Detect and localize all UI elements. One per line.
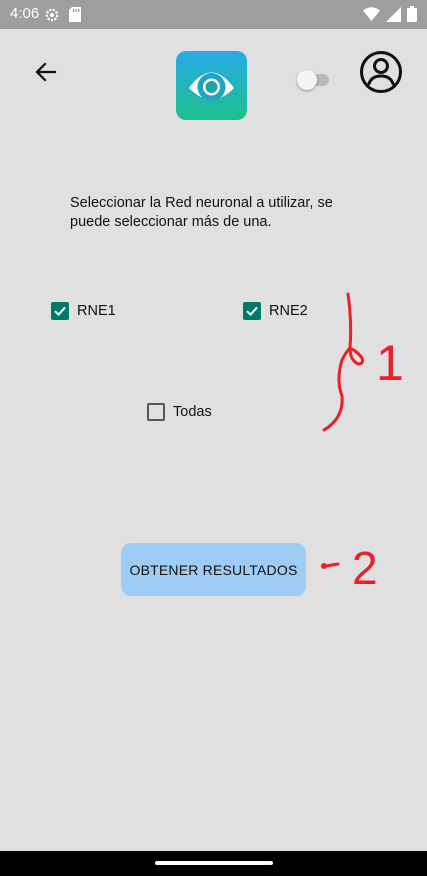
app-logo (176, 51, 247, 120)
checkbox-unchecked[interactable] (147, 403, 165, 421)
checkbox-checked[interactable] (243, 302, 261, 320)
annotation-1: 1 (318, 292, 408, 439)
status-bar: 4:06 (0, 0, 427, 29)
settings-icon (44, 7, 60, 28)
home-gesture-handle[interactable] (155, 861, 273, 865)
checkbox-checked[interactable] (51, 302, 69, 320)
annotation-2-label: 2 (352, 542, 378, 590)
sd-card-icon (69, 7, 81, 27)
battery-icon (407, 6, 417, 27)
arrow-left-icon (32, 62, 60, 90)
checkbox-label: Todas (173, 404, 212, 420)
profile-button[interactable] (359, 50, 403, 94)
toggle-switch[interactable] (297, 70, 333, 90)
annotation-1-label: 1 (376, 335, 404, 391)
checkbox-todas[interactable]: Todas (147, 403, 212, 421)
account-circle-icon (359, 51, 403, 98)
checkbox-rne1[interactable]: RNE1 (51, 302, 116, 320)
eye-icon (176, 72, 247, 124)
back-button[interactable] (32, 58, 60, 86)
toggle-thumb (297, 70, 317, 90)
checkbox-label: RNE1 (77, 303, 116, 319)
get-results-button[interactable]: OBTENER RESULTADOS (121, 543, 306, 596)
signal-icon (386, 6, 401, 27)
checkbox-label: RNE2 (269, 303, 308, 319)
annotation-2: 2 (316, 540, 396, 595)
status-time: 4:06 (10, 5, 40, 22)
wifi-icon (363, 7, 380, 26)
instruction-text: Seleccionar la Red neuronal a utilizar, … (70, 195, 333, 230)
checkbox-rne2[interactable]: RNE2 (243, 302, 308, 320)
navigation-bar (0, 851, 427, 876)
